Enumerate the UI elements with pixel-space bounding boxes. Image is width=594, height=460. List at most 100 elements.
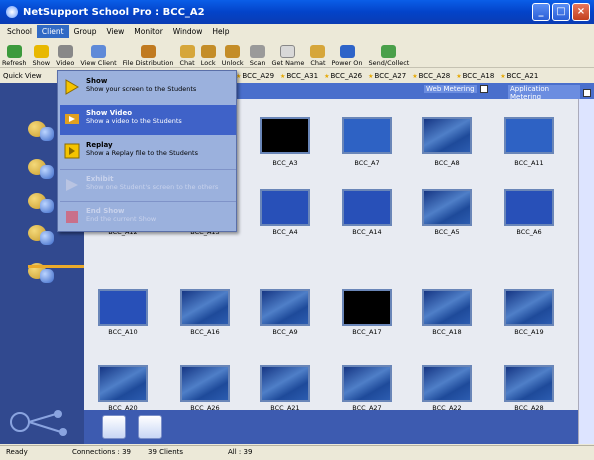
- menu-item-title: Replay: [86, 141, 113, 149]
- unlock-icon: [225, 45, 241, 58]
- group-tab[interactable]: BCC_A31: [280, 72, 318, 80]
- client-tile[interactable]: BCC_A22: [420, 365, 474, 413]
- web-metering-option[interactable]: Web Metering: [424, 85, 491, 93]
- client-screen: [180, 365, 230, 402]
- web-metering-checkbox[interactable]: [479, 85, 488, 93]
- show-button[interactable]: Show: [33, 39, 50, 67]
- menu-item-desc: Show one Student's screen to the others: [86, 183, 219, 191]
- menu-view[interactable]: View: [101, 25, 129, 38]
- client-screen: [98, 365, 148, 402]
- group-tabs: BCC_A29 BCC_A31 BCC_A26 BCC_A27 BCC_A28 …: [236, 69, 538, 83]
- minimize-button[interactable]: _: [532, 3, 550, 21]
- client-tile[interactable]: BCC_A21: [258, 365, 312, 413]
- maximize-button[interactable]: □: [552, 3, 570, 21]
- client-tile[interactable]: BCC_A16: [178, 289, 232, 337]
- file-distribution-icon: [140, 45, 156, 58]
- client-tile[interactable]: BCC_A27: [340, 365, 394, 413]
- refresh-button[interactable]: Refresh: [2, 39, 27, 67]
- client-tile[interactable]: BCC_A4: [258, 189, 312, 237]
- menu-item-desc: Show a video to the Students: [86, 117, 182, 125]
- menu-item-end-show[interactable]: End Show End the current Show: [60, 203, 236, 233]
- client-tile[interactable]: BCC_A10: [96, 289, 150, 337]
- unlock-button[interactable]: Unlock: [222, 39, 244, 67]
- menu-item-desc: End the current Show: [86, 215, 157, 223]
- client-tile[interactable]: BCC_A20: [96, 365, 150, 413]
- app-logo-icon: [6, 6, 18, 18]
- quick-view-label[interactable]: Quick View: [3, 72, 42, 80]
- send-collect-button[interactable]: Send/Collect: [369, 39, 409, 67]
- status-connections: Connections : 39: [72, 448, 131, 456]
- chat-icon: [179, 45, 195, 58]
- client-screen: [342, 289, 392, 326]
- client-tile[interactable]: BCC_A6: [502, 189, 556, 237]
- show-dropdown-menu: Show Show your screen to the Students Sho…: [57, 70, 237, 232]
- group-tab[interactable]: BCC_A28: [412, 72, 451, 80]
- exhibit-icon: [66, 179, 78, 191]
- show-icon: [65, 79, 79, 95]
- refresh-view-button[interactable]: [102, 415, 126, 439]
- group-tab[interactable]: BCC_A27: [368, 72, 407, 80]
- menu-item-show[interactable]: Show Show your screen to the Students: [60, 73, 236, 103]
- menu-item-exhibit[interactable]: Exhibit Show one Student's screen to the …: [60, 171, 236, 201]
- client-tile[interactable]: BCC_A9: [258, 289, 312, 337]
- menu-group[interactable]: Group: [69, 25, 102, 38]
- chat-tool-button[interactable]: Chat: [310, 39, 326, 67]
- menu-client[interactable]: Client: [36, 24, 69, 38]
- client-name: BCC_A18: [432, 328, 462, 336]
- client-name: BCC_A14: [352, 228, 382, 236]
- view-client-button[interactable]: View Client: [80, 39, 117, 67]
- menu-item-desc: Show your screen to the Students: [86, 85, 197, 93]
- client-name: BCC_A10: [108, 328, 138, 336]
- client-screen: [422, 117, 472, 154]
- client-name: BCC_A19: [514, 328, 544, 336]
- status-ready: Ready: [6, 448, 28, 456]
- menu-window[interactable]: Window: [168, 25, 208, 38]
- video-button[interactable]: Video: [56, 39, 74, 67]
- group-tab[interactable]: BCC_A26: [324, 72, 362, 80]
- group-tab[interactable]: BCC_A29: [236, 72, 274, 80]
- menu-help[interactable]: Help: [207, 25, 234, 38]
- sidebar-icon-calendar[interactable]: [28, 225, 56, 249]
- menu-item-show-video[interactable]: Show Video Show a video to the Students: [60, 105, 236, 135]
- file-distribution-button[interactable]: File Distribution: [123, 39, 174, 67]
- edit-view-button[interactable]: [138, 415, 162, 439]
- close-button[interactable]: ×: [572, 3, 590, 21]
- menu-monitor[interactable]: Monitor: [129, 25, 168, 38]
- client-tile[interactable]: BCC_A19: [502, 289, 556, 337]
- client-tile[interactable]: BCC_A18: [420, 289, 474, 337]
- sidebar-icon-show[interactable]: [28, 159, 56, 183]
- application-metering-checkbox[interactable]: [583, 89, 591, 97]
- refresh-icon: [6, 45, 22, 58]
- client-screen: [504, 189, 554, 226]
- client-screen: [342, 365, 392, 402]
- menu-item-desc: Show a Replay file to the Students: [86, 149, 198, 157]
- group-tab[interactable]: BCC_A18: [456, 72, 495, 80]
- client-name: BCC_A3: [272, 159, 298, 167]
- title-bar[interactable]: NetSupport School Pro : BCC_A2 _ □ ×: [0, 0, 594, 24]
- client-tile[interactable]: BCC_A28: [502, 365, 556, 413]
- menu-item-replay[interactable]: Replay Show a Replay file to the Students: [60, 137, 236, 167]
- client-tile[interactable]: BCC_A5: [420, 189, 474, 237]
- client-name: BCC_A16: [190, 328, 220, 336]
- sidebar-icon-classroom[interactable]: [28, 121, 56, 145]
- replay-icon: [64, 143, 80, 159]
- client-tile[interactable]: BCC_A17: [340, 289, 394, 337]
- client-tile[interactable]: BCC_A14: [340, 189, 394, 237]
- window-title: NetSupport School Pro : BCC_A2: [23, 6, 205, 18]
- lock-button[interactable]: Lock: [200, 39, 216, 67]
- client-tile[interactable]: BCC_A26: [178, 365, 232, 413]
- menu-bar: School Client Group View Monitor Window …: [0, 24, 594, 38]
- client-name: BCC_A17: [352, 328, 382, 336]
- chat-button[interactable]: Chat: [180, 39, 195, 67]
- client-screen: [422, 365, 472, 402]
- menu-separator: [60, 169, 236, 170]
- scan-button[interactable]: Scan: [250, 39, 266, 67]
- client-screen: [260, 189, 310, 226]
- toolbar: Refresh Show Video View Client File Dist…: [0, 38, 594, 68]
- get-name-button[interactable]: Get Name: [272, 39, 304, 67]
- menu-school[interactable]: School: [2, 25, 37, 38]
- group-tab[interactable]: BCC_A21: [500, 72, 539, 80]
- vertical-scrollbar[interactable]: [578, 99, 594, 444]
- sidebar-icon-network[interactable]: [28, 193, 56, 217]
- power-on-button[interactable]: Power On: [332, 39, 363, 67]
